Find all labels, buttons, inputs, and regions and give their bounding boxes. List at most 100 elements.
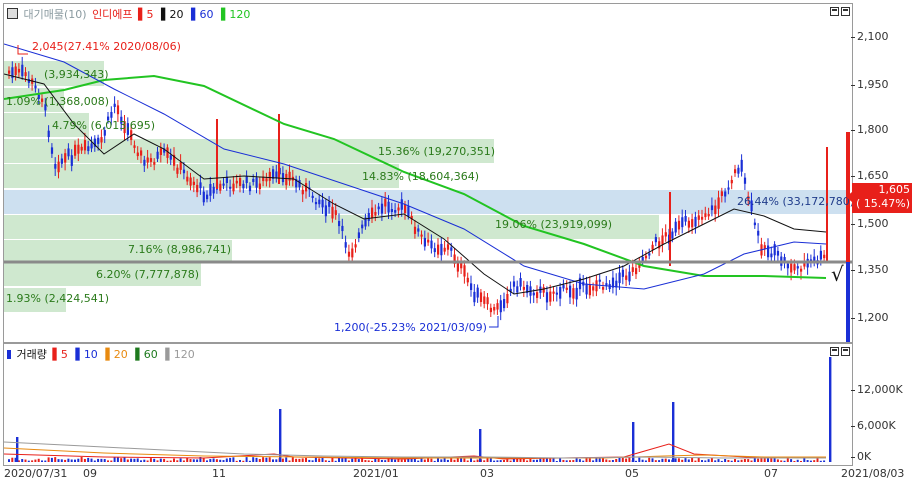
volume-bar: [248, 460, 251, 462]
volume-bar: [654, 460, 657, 462]
volume-panel-minimize-icon[interactable]: [830, 347, 839, 356]
vol-legend-ma10[interactable]: ▌10: [75, 348, 99, 361]
candle-body: [113, 103, 116, 107]
volume-bar: [565, 460, 568, 462]
volume-bar: [770, 458, 773, 462]
volume-bar: [384, 460, 387, 462]
volume-bar: [331, 457, 334, 462]
vol-legend-ma5[interactable]: ▌5: [52, 348, 69, 361]
legend-stock-name: 인디에프: [92, 8, 133, 21]
x-tick: 05: [625, 467, 639, 480]
volume-ma120-line: [4, 441, 826, 459]
vol-legend-ma120-label: 120: [173, 348, 195, 361]
volume-bar: [453, 459, 456, 462]
volume-chart-canvas[interactable]: [4, 344, 852, 465]
candle-body: [430, 240, 433, 249]
chart-menu-icon[interactable]: [7, 8, 18, 19]
volume-bar: [707, 459, 710, 462]
candle-body: [90, 143, 93, 149]
volume-bar: [404, 459, 406, 462]
panel-close-icon[interactable]: [841, 7, 850, 16]
candle-body: [397, 207, 400, 211]
volume-bar: [661, 458, 664, 462]
candle-body: [562, 284, 565, 289]
candle-body: [730, 179, 733, 184]
candle-body: [552, 291, 555, 294]
volume-bar: [192, 459, 195, 462]
volume-chart-panel[interactable]: 거래량 ▌5 ▌10 ▌20 ▌60 ▌120: [3, 343, 853, 466]
volume-panel-close-icon[interactable]: [841, 347, 850, 356]
volume-bar: [460, 458, 463, 462]
candle-body: [506, 294, 509, 304]
candle-body: [598, 279, 601, 282]
legend-ma5[interactable]: ▌5: [138, 8, 155, 21]
volume-bar: [265, 457, 268, 462]
candle-body: [351, 248, 354, 258]
candle-body: [641, 256, 644, 261]
candle-body: [407, 206, 410, 217]
candle-body: [433, 248, 436, 253]
volume-bar: [793, 460, 796, 462]
volume-bar: [268, 457, 271, 462]
candle-body: [311, 195, 314, 198]
candle-body: [70, 155, 73, 166]
candle-body: [285, 173, 288, 186]
volume-bar: [582, 460, 585, 462]
volume-legend-title: 거래량: [16, 348, 47, 361]
volume-bar: [285, 457, 288, 462]
candle-body: [569, 285, 572, 298]
price-chart-panel[interactable]: 대기매물(10) 인디에프 ▌5 ▌20 ▌60 ▌120 2,045(27.4…: [3, 3, 853, 343]
vol-legend-ma120[interactable]: ▌120: [165, 348, 196, 361]
volume-bar: [743, 459, 746, 462]
volume-bar: [489, 457, 492, 462]
legend-ma60[interactable]: ▌60: [191, 8, 215, 21]
candle-body: [674, 221, 677, 233]
volume-bar: [344, 457, 347, 462]
candle-body: [384, 198, 387, 207]
candle-body: [503, 299, 506, 309]
candle-body: [140, 150, 143, 156]
volume-bar: [143, 459, 146, 462]
vol-legend-ma10-label: 10: [83, 348, 98, 361]
volume-bar: [529, 458, 532, 462]
candle-body: [8, 70, 11, 74]
candle-body: [301, 189, 304, 195]
candle-body: [268, 171, 271, 181]
volume-spike-bar: [829, 357, 832, 462]
volume-bar: [242, 460, 245, 462]
candle-body: [417, 228, 420, 232]
candle-body: [489, 307, 492, 313]
candle-body: [186, 176, 189, 182]
candle-body: [390, 209, 393, 212]
volume-bar: [819, 460, 822, 462]
volume-bar: [74, 459, 76, 462]
volume-bar: [562, 459, 565, 462]
candle-body: [281, 173, 285, 183]
vol-legend-ma20[interactable]: ▌20: [105, 348, 129, 361]
volume-bar: [258, 459, 261, 462]
y-tick: 1,950: [851, 78, 889, 91]
volume-bar: [262, 457, 265, 462]
volume-bar: [681, 459, 684, 462]
panel-minimize-icon[interactable]: [830, 7, 839, 16]
legend-ma20[interactable]: ▌20: [161, 8, 185, 21]
volume-bar: [493, 460, 496, 462]
volume-bar: [575, 458, 578, 462]
y-tick: 1,350: [851, 263, 889, 276]
candle-body: [625, 275, 628, 280]
volume-bar: [173, 458, 175, 462]
legend-ma120-label: 120: [229, 8, 251, 21]
volume-bar: [57, 459, 60, 462]
candle-body: [192, 181, 195, 185]
candle-body: [737, 167, 740, 174]
legend-ma120[interactable]: ▌120: [221, 8, 252, 21]
candle-body: [635, 268, 638, 275]
volume-menu-icon[interactable]: [7, 350, 11, 359]
volume-bar: [291, 457, 294, 462]
candle-body: [344, 242, 347, 248]
vol-legend-ma60[interactable]: ▌60: [135, 348, 159, 361]
candle-body: [331, 206, 334, 219]
candle-body: [24, 72, 27, 77]
volume-bar: [618, 457, 621, 462]
candle-body: [232, 183, 235, 192]
